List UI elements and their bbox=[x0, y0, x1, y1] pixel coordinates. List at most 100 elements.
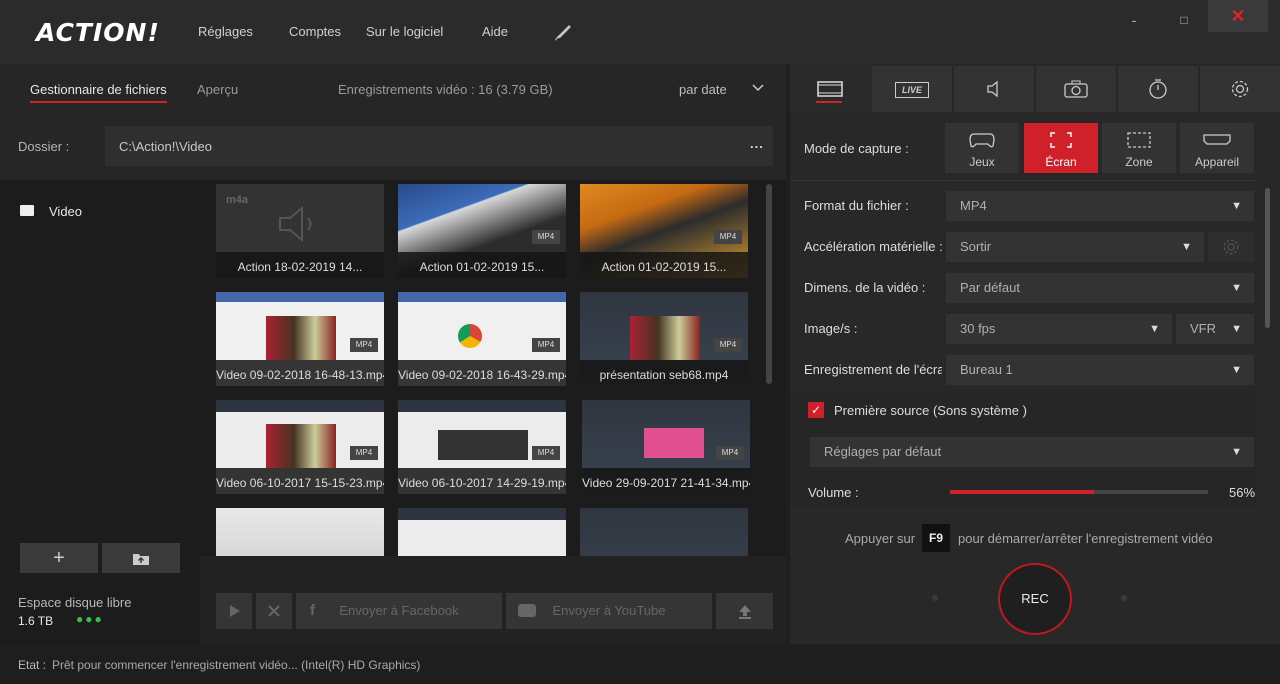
tab-timer[interactable] bbox=[1118, 66, 1198, 112]
brush-icon[interactable] bbox=[554, 22, 574, 42]
speaker-icon bbox=[987, 80, 998, 98]
hotkey-hint-suffix: pour démarrer/arrêter l'enregistrement v… bbox=[958, 531, 1213, 546]
video-dimensions-select[interactable]: Par défaut ▼ bbox=[946, 273, 1254, 303]
menu-comptes[interactable]: Comptes bbox=[289, 24, 341, 39]
facebook-icon: f bbox=[310, 602, 315, 619]
open-folder-button[interactable] bbox=[102, 543, 180, 573]
settings-scrollbar[interactable] bbox=[1265, 188, 1270, 328]
tab-live[interactable]: LIVE bbox=[872, 66, 952, 112]
video-thumbnail[interactable] bbox=[398, 508, 566, 556]
capture-mode-label: Mode de capture : bbox=[804, 141, 909, 156]
video-thumbnail[interactable]: MP4 Video 09-02-2018 16-43-29.mp4 bbox=[398, 292, 566, 386]
grid-scrollbar[interactable] bbox=[766, 184, 772, 384]
thumbnail-caption: Video 06-10-2017 14-29-19.mp4 bbox=[398, 476, 566, 490]
folder-icon bbox=[20, 205, 34, 216]
sidebar-item-video[interactable]: Video bbox=[49, 204, 82, 219]
hardware-accel-select[interactable]: Sortir ▼ bbox=[946, 232, 1204, 262]
video-thumbnail[interactable]: MP4 présentation seb68.mp4 bbox=[580, 292, 748, 386]
indicator-dot bbox=[932, 595, 938, 601]
status-text: Prêt pour commencer l'enregistrement vid… bbox=[52, 658, 421, 672]
first-source-checkbox[interactable]: ✓ bbox=[808, 402, 824, 418]
status-label: Etat : bbox=[18, 658, 47, 672]
audio-preset-select[interactable]: Réglages par défaut ▼ bbox=[810, 437, 1254, 467]
hdmi-icon bbox=[1180, 131, 1254, 151]
speaker-icon bbox=[276, 202, 326, 249]
video-thumbnail[interactable]: m4a Action 18-02-2019 14... bbox=[216, 184, 384, 278]
tab-screenshot[interactable] bbox=[1036, 66, 1116, 112]
active-tab-indicator bbox=[30, 101, 167, 103]
folder-label: Dossier : bbox=[18, 139, 70, 154]
format-badge: MP4 bbox=[714, 338, 742, 352]
timer-icon bbox=[1149, 79, 1167, 99]
play-button[interactable] bbox=[216, 593, 252, 629]
recordings-count: Enregistrements vidéo : 16 (3.79 GB) bbox=[338, 82, 553, 97]
video-thumbnail[interactable]: MP4 Action 01-02-2019 15... bbox=[398, 184, 566, 278]
thumbnail-caption: Video 09-02-2018 16-48-13.mp4 bbox=[216, 368, 384, 382]
hardware-accel-label: Accélération matérielle : bbox=[804, 239, 943, 254]
tab-settings[interactable] bbox=[1200, 66, 1280, 112]
chevron-down-icon: ▼ bbox=[1231, 446, 1242, 458]
browse-folder-button[interactable]: ... bbox=[750, 136, 764, 151]
maximize-button[interactable]: □ bbox=[1174, 8, 1194, 32]
chrome-icon bbox=[458, 324, 482, 348]
capture-mode-jeux[interactable]: Jeux bbox=[945, 123, 1019, 173]
tab-audio[interactable] bbox=[954, 66, 1034, 112]
minimize-button[interactable]: - bbox=[1124, 8, 1144, 32]
thumbnail-caption: Video 29-09-2017 21-41-34.mp4 bbox=[582, 476, 750, 490]
video-thumbnail[interactable]: MP4 Video 29-09-2017 21-41-34.mp4 bbox=[582, 400, 750, 494]
tab-video[interactable] bbox=[790, 66, 870, 112]
volume-slider-fill bbox=[950, 490, 1094, 494]
live-icon: LIVE bbox=[894, 82, 929, 98]
video-thumbnail-grid: m4a Action 18-02-2019 14... MP4 Action 0… bbox=[200, 180, 786, 556]
capture-mode-ecran[interactable]: Écran bbox=[1024, 123, 1098, 173]
menu-aide[interactable]: Aide bbox=[482, 24, 508, 39]
video-thumbnail[interactable]: MP4 Action 01-02-2019 15... bbox=[580, 184, 748, 278]
thumbnail-caption: Action 01-02-2019 15... bbox=[419, 260, 545, 274]
video-thumbnail[interactable]: MP4 Video 06-10-2017 14-29-19.mp4 bbox=[398, 400, 566, 494]
record-button[interactable]: REC bbox=[998, 563, 1072, 635]
format-badge: MP4 bbox=[714, 230, 742, 244]
video-thumbnail[interactable] bbox=[216, 508, 384, 556]
chevron-down-icon: ▼ bbox=[1231, 282, 1242, 294]
chevron-down-icon: ▼ bbox=[1231, 200, 1242, 212]
fps-mode-select[interactable]: VFR ▼ bbox=[1176, 314, 1254, 344]
video-thumbnail[interactable]: MP4 Video 09-02-2018 16-48-13.mp4 bbox=[216, 292, 384, 386]
menu-sur-le-logiciel[interactable]: Sur le logiciel bbox=[366, 24, 443, 39]
delete-button[interactable] bbox=[256, 593, 292, 629]
tab-file-manager[interactable]: Gestionnaire de fichiers bbox=[30, 82, 167, 97]
upload-facebook-label: Envoyer à Facebook bbox=[339, 603, 459, 618]
accel-settings-button[interactable] bbox=[1208, 232, 1254, 262]
video-dimensions-label: Dimens. de la vidéo : bbox=[804, 280, 926, 295]
close-button[interactable]: ✕ bbox=[1208, 0, 1268, 32]
app-logo: ACTION! bbox=[36, 18, 160, 47]
folder-sidebar bbox=[0, 180, 200, 644]
sort-select[interactable]: par date bbox=[679, 82, 727, 97]
upload-facebook-button[interactable]: f Envoyer à Facebook bbox=[296, 593, 502, 629]
tab-preview[interactable]: Aperçu bbox=[197, 82, 238, 97]
title-bar bbox=[0, 0, 1280, 64]
format-badge: MP4 bbox=[532, 338, 560, 352]
format-badge: MP4 bbox=[350, 446, 378, 460]
file-format-select[interactable]: MP4 ▼ bbox=[946, 191, 1254, 221]
menu-reglages[interactable]: Réglages bbox=[198, 24, 253, 39]
format-badge: MP4 bbox=[532, 446, 560, 460]
screen-select[interactable]: Bureau 1 ▼ bbox=[946, 355, 1254, 385]
chevron-down-icon[interactable] bbox=[751, 80, 765, 97]
upload-button[interactable] bbox=[716, 593, 773, 629]
thumbnail-caption: Action 18-02-2019 14... bbox=[237, 260, 363, 274]
fps-label: Image/s : bbox=[804, 321, 858, 336]
add-folder-button[interactable]: + bbox=[20, 543, 98, 573]
capture-mode-zone[interactable]: Zone bbox=[1102, 123, 1176, 173]
youtube-icon bbox=[518, 604, 536, 617]
thumbnail-caption: Action 01-02-2019 15... bbox=[601, 260, 727, 274]
chevron-down-icon: ▼ bbox=[1231, 323, 1242, 335]
upload-youtube-button[interactable]: Envoyer à YouTube bbox=[506, 593, 712, 629]
active-tab-indicator bbox=[816, 101, 842, 103]
volume-label: Volume : bbox=[808, 485, 859, 500]
video-thumbnail[interactable] bbox=[580, 508, 748, 556]
first-source-label: Première source (Sons système ) bbox=[834, 403, 1027, 418]
volume-value: 56% bbox=[1229, 485, 1256, 500]
video-thumbnail[interactable]: MP4 Video 06-10-2017 15-15-23.mp4 bbox=[216, 400, 384, 494]
capture-mode-appareil[interactable]: Appareil bbox=[1180, 123, 1254, 173]
fps-select[interactable]: 30 fps ▼ bbox=[946, 314, 1172, 344]
